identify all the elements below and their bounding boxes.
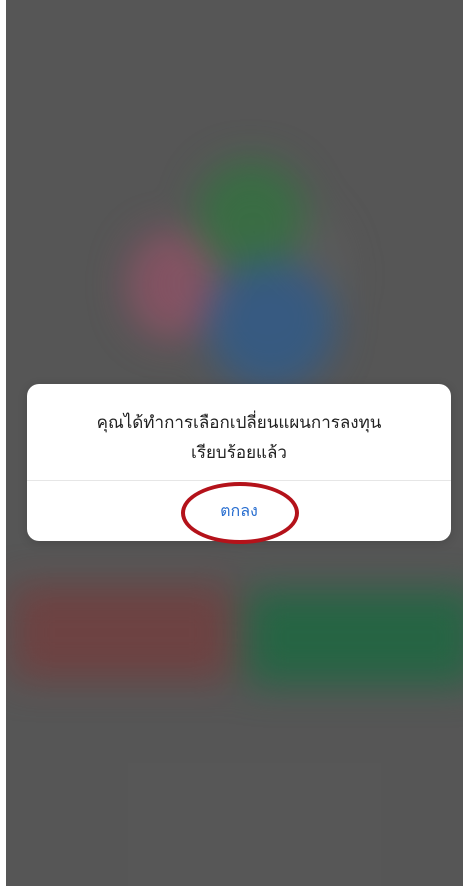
confirmation-dialog: คุณได้ทำการเลือกเปลี่ยนแผนการลงทุน เรียบ… [27,384,451,541]
dialog-message-line: เรียบร้อยแล้ว [191,443,287,463]
dialog-message: คุณได้ทำการเลือกเปลี่ยนแผนการลงทุน เรียบ… [57,408,421,468]
dialog-message-line: คุณได้ทำการเลือกเปลี่ยนแผนการลงทุน [96,413,382,433]
ok-button[interactable]: ตกลง [27,481,451,541]
